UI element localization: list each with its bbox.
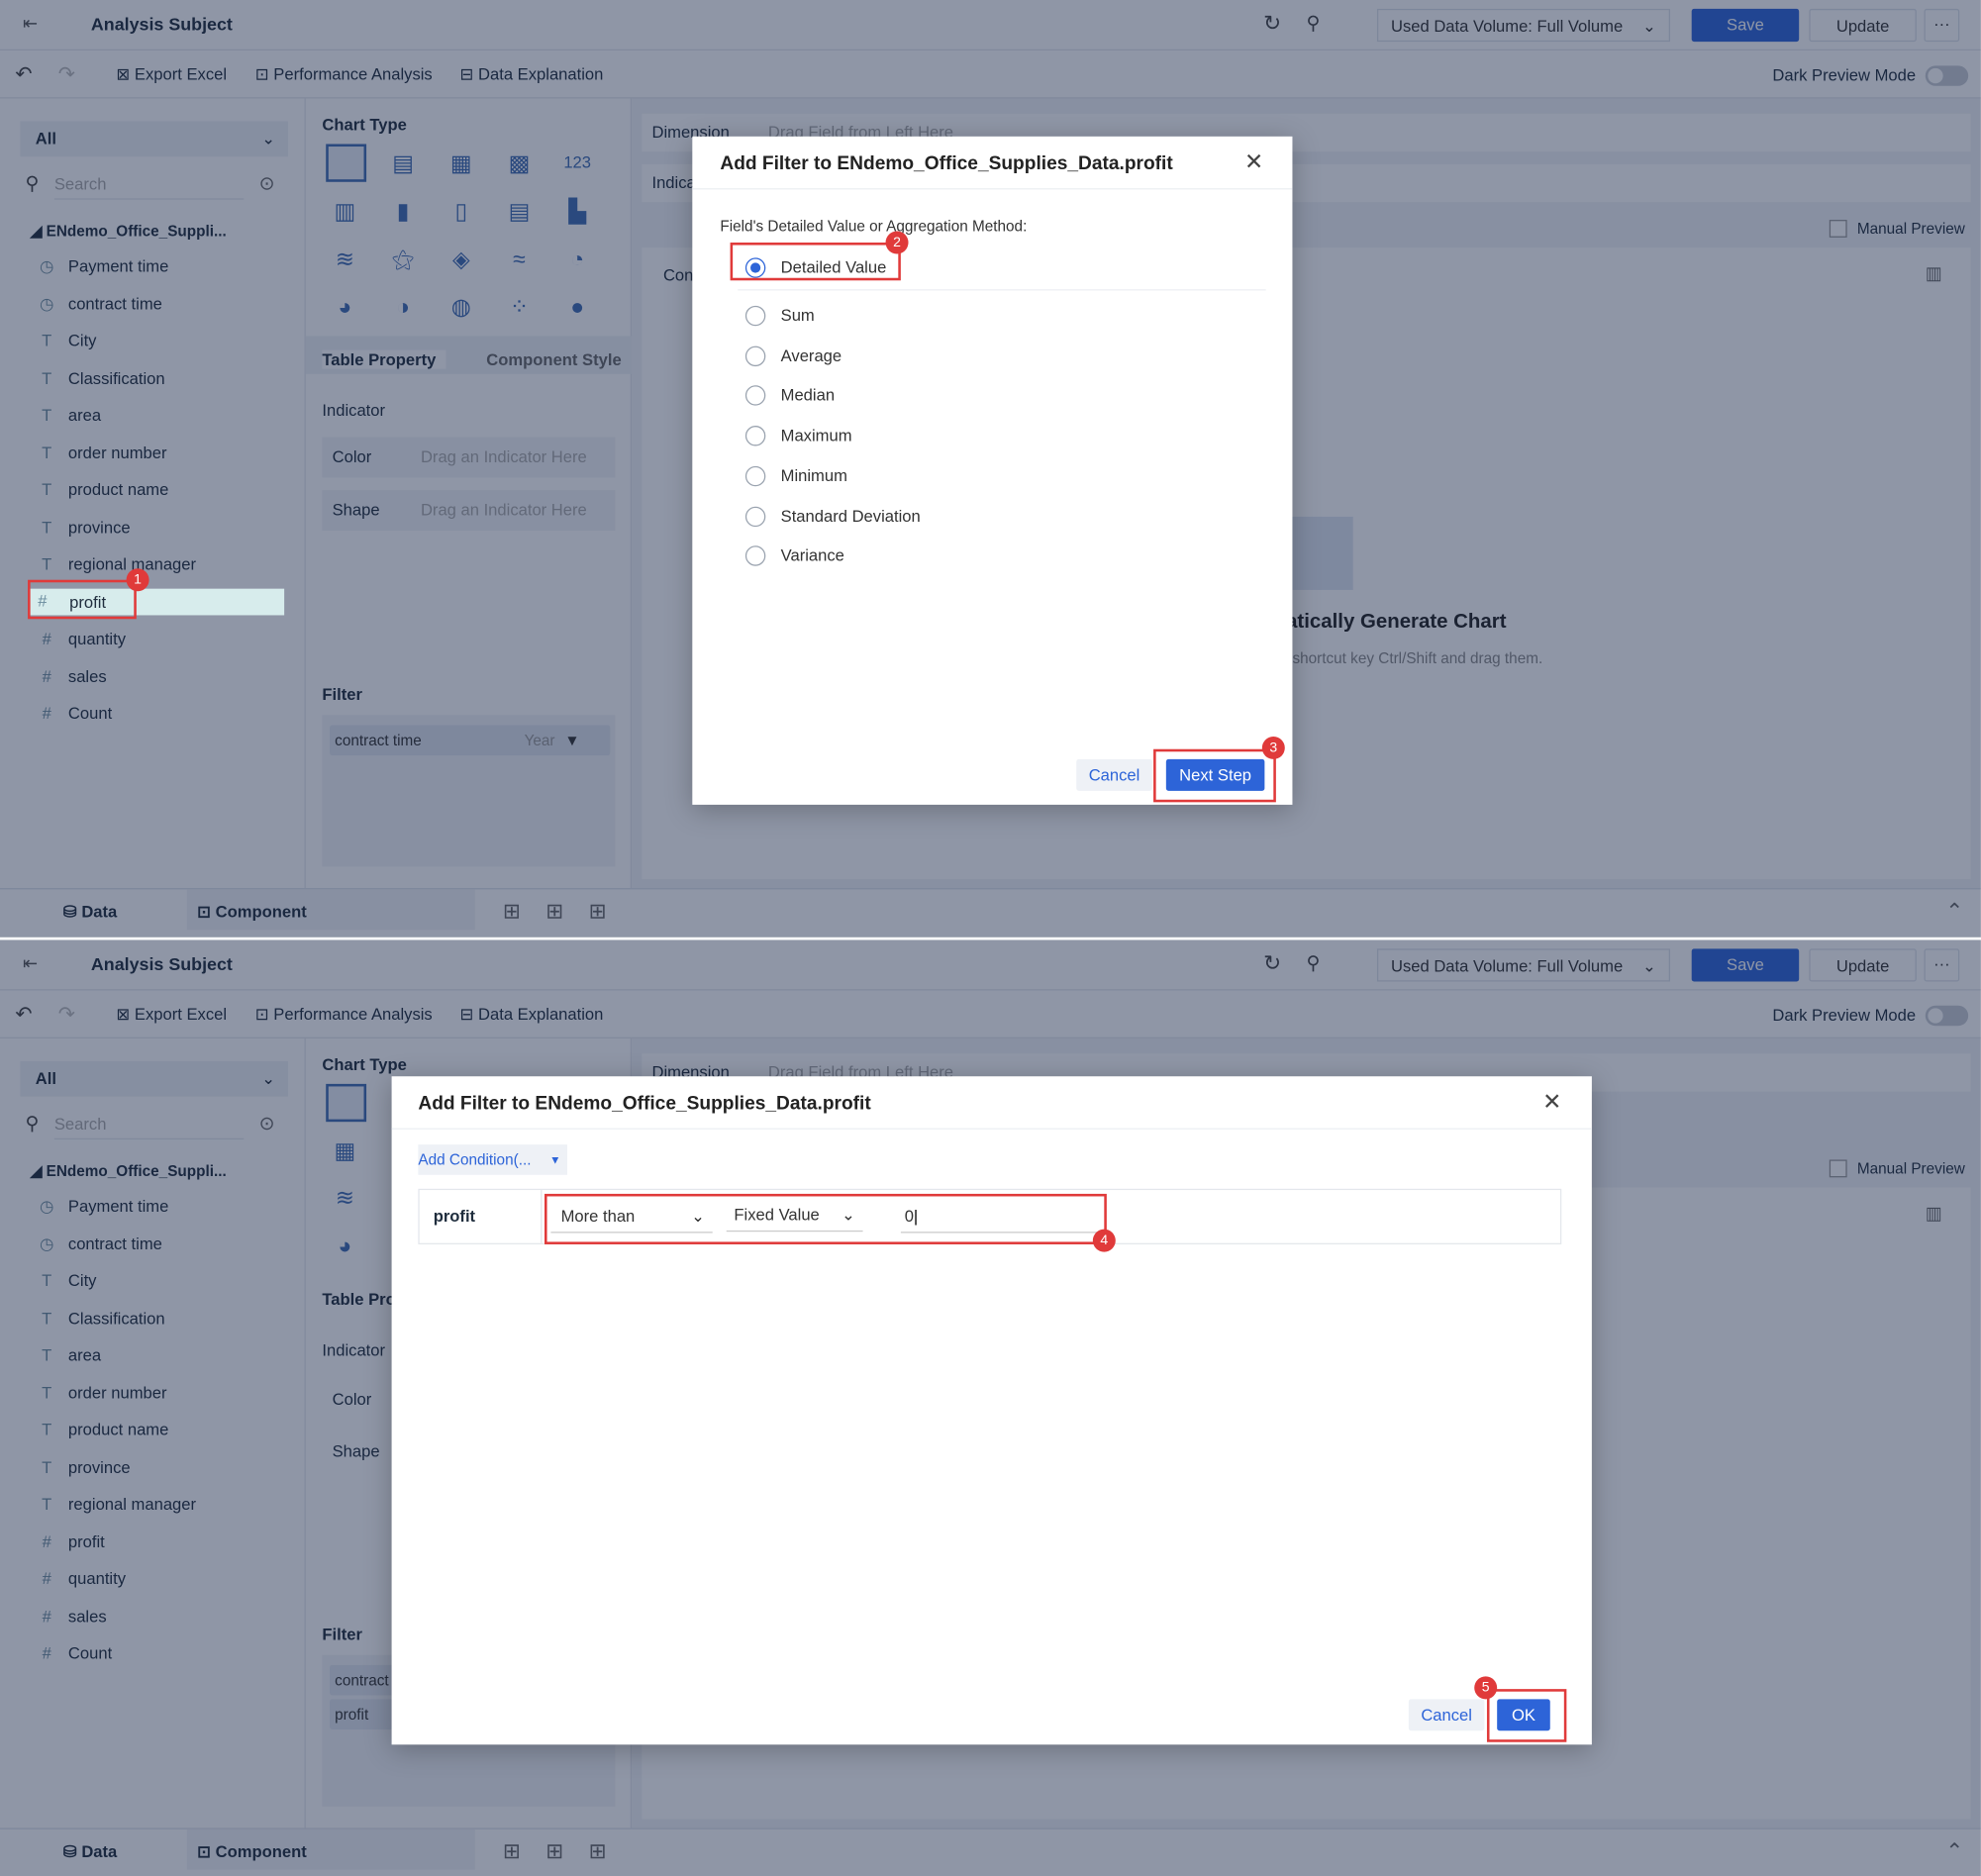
caret-down-icon[interactable]: ▼	[549, 1144, 560, 1175]
condition-field: profit	[433, 1206, 476, 1226]
add-condition-label: Add Condition(...	[418, 1150, 532, 1169]
step-badge-4: 4	[1092, 1229, 1116, 1252]
dialog-title-field: ENdemo_Office_Supplies_Data.profit	[535, 1092, 871, 1115]
radio-label: Average	[780, 346, 842, 365]
highlight-box-4	[544, 1193, 1107, 1244]
highlight-box-1	[28, 579, 137, 620]
radio-label: Median	[780, 385, 836, 405]
dialog-title-prefix: Add Filter to	[720, 152, 833, 175]
radio-label: Variance	[780, 545, 844, 565]
radio-sum[interactable]	[744, 305, 766, 327]
radio-standard-deviation[interactable]	[744, 506, 766, 527]
radio-label: Standard Deviation	[780, 506, 921, 526]
radio-minimum[interactable]	[744, 465, 766, 487]
filter-condition-dialog: Add Filter to ENdemo_Office_Supplies_Dat…	[391, 1076, 1592, 1745]
add-condition-button[interactable]: Add Condition(... ▼	[418, 1144, 567, 1175]
radio-variance[interactable]	[744, 545, 766, 566]
step-badge-5: 5	[1474, 1676, 1498, 1700]
dialog-title-field: ENdemo_Office_Supplies_Data.profit	[837, 152, 1173, 175]
cancel-button[interactable]: Cancel	[1076, 758, 1152, 791]
radio-label: Maximum	[780, 426, 852, 445]
radio-median[interactable]	[744, 385, 766, 407]
close-icon[interactable]: ✕	[1244, 149, 1263, 176]
dialog-title: Add Filter to ENdemo_Office_Supplies_Dat…	[418, 1093, 870, 1115]
aggregation-question: Field's Detailed Value or Aggregation Me…	[720, 217, 1028, 236]
step-badge-1: 1	[126, 568, 149, 592]
highlight-box-3	[1153, 748, 1276, 803]
dialog-title-prefix: Add Filter to	[418, 1092, 531, 1115]
divider	[541, 1190, 543, 1243]
step-badge-2: 2	[885, 231, 909, 254]
aggregation-dialog: Add Filter to ENdemo_Office_Supplies_Dat…	[692, 136, 1293, 805]
dialog-title: Add Filter to ENdemo_Office_Supplies_Dat…	[720, 152, 1172, 174]
screenshot-panel-1: ⇤ Analysis Subject ↻ ⚲ Used Data Volume:…	[0, 0, 1981, 938]
radio-label: Sum	[780, 305, 815, 325]
screenshot-panel-2: ⇤ Analysis Subject ↻ ⚲ Used Data Volume:…	[0, 939, 1981, 1876]
cancel-button[interactable]: Cancel	[1408, 1699, 1485, 1731]
radio-average[interactable]	[744, 346, 766, 366]
radio-maximum[interactable]	[744, 426, 766, 446]
divider	[738, 289, 1266, 291]
radio-label: Minimum	[780, 465, 847, 485]
highlight-box-5	[1486, 1689, 1567, 1742]
highlight-box-2	[730, 243, 901, 281]
step-badge-3: 3	[1261, 736, 1285, 759]
close-icon[interactable]: ✕	[1542, 1089, 1561, 1116]
